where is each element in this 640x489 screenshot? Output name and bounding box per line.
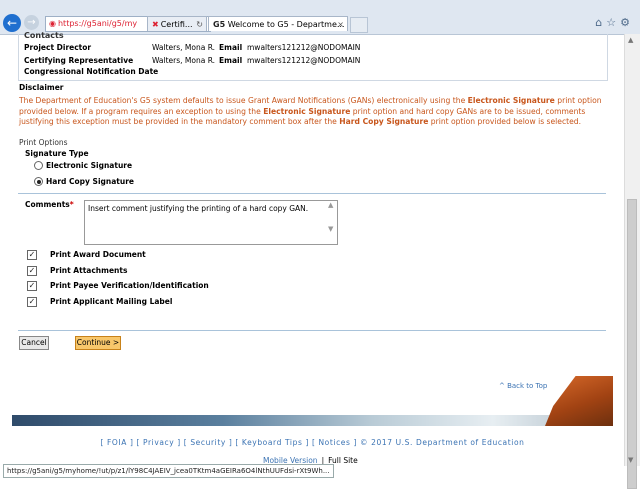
hard-copy-signature-radio[interactable] <box>34 177 43 186</box>
tab-certificate[interactable]: ✖ Certifi... ↻ <box>147 16 207 31</box>
scroll-up-icon[interactable]: ▲ <box>628 36 633 44</box>
favorites-star-icon[interactable]: ☆ <box>606 16 620 29</box>
print-attachments-checkbox[interactable]: ✓ <box>27 266 37 276</box>
disclaimer-header: Disclaimer <box>19 83 64 92</box>
print-attachments-label: Print Attachments <box>50 266 128 275</box>
tab-welcome[interactable]: G5 Welcome to G5 - Departme... × <box>208 16 348 31</box>
page-content: Contacts Project Director Walters, Mona … <box>0 31 625 466</box>
electronic-signature-label: Electronic Signature <box>46 161 133 170</box>
continue-button[interactable]: Continue > <box>75 336 121 350</box>
new-tab-button[interactable] <box>350 17 368 33</box>
certificate-error-icon: ✖ <box>152 20 159 29</box>
congressional-date-label: Congressional Notification Date <box>24 67 159 76</box>
project-director-name: Walters, Mona R. <box>152 43 216 52</box>
address-url: https://g5ani/g5/my <box>57 19 138 28</box>
print-payee-verification-label: Print Payee Verification/Identification <box>50 281 209 290</box>
comments-textarea[interactable]: Insert comment justifying the printing o… <box>84 200 338 245</box>
print-award-document-label: Print Award Document <box>50 250 146 259</box>
hard-copy-signature-label: Hard Copy Signature <box>46 177 134 186</box>
cancel-button[interactable]: Cancel <box>19 336 49 350</box>
required-mark: * <box>69 200 74 209</box>
g5-favicon-icon: G5 <box>213 20 226 29</box>
project-director-email: mwalters121212@NODOMAIN <box>247 43 361 52</box>
certifying-rep-email: mwalters121212@NODOMAIN <box>247 56 361 65</box>
footer-banner <box>12 415 613 426</box>
close-tab-icon[interactable]: × <box>337 17 344 32</box>
email-label: Email <box>219 56 243 65</box>
back-arrow-icon[interactable]: ← <box>3 14 21 32</box>
signature-type-label: Signature Type <box>25 149 89 158</box>
scroll-down-icon[interactable]: ▼ <box>628 456 633 464</box>
comments-label: Comments* <box>25 200 74 209</box>
forward-arrow-icon[interactable]: → <box>24 15 39 30</box>
roof-decoration-image <box>545 376 613 426</box>
textarea-scroll-arrows-icon[interactable]: ▲ ▼ <box>328 201 333 233</box>
print-mailing-label-label: Print Applicant Mailing Label <box>50 297 173 306</box>
print-payee-verification-checkbox[interactable]: ✓ <box>27 281 37 291</box>
scrollbar-thumb[interactable] <box>627 199 637 489</box>
browser-chrome: ← → ◉ https://g5ani/g5/my ✖ Certifi... ↻ G… <box>0 0 640 35</box>
electronic-signature-radio[interactable] <box>34 161 43 170</box>
project-director-label: Project Director <box>24 43 92 52</box>
disclaimer-text: The Department of Education's G5 system … <box>19 96 602 126</box>
print-mailing-label-checkbox[interactable]: ✓ <box>27 297 37 307</box>
footer-links[interactable]: [ FOIA ] [ Privacy ] [ Security ] [ Keyb… <box>0 438 625 447</box>
vertical-scrollbar[interactable]: ▲ ▼ <box>624 34 640 489</box>
print-award-document-checkbox[interactable]: ✓ <box>27 250 37 260</box>
back-to-top-link[interactable]: ^ Back to Top <box>499 382 547 390</box>
email-label: Email <box>219 43 243 52</box>
divider <box>18 330 606 331</box>
certifying-rep-name: Walters, Mona R. <box>152 56 216 65</box>
print-options-header: Print Options <box>19 138 68 147</box>
status-bar-url: https://g5ani/g5/myhome/!ut/p/z1/lY98C4J… <box>3 464 334 478</box>
home-icon[interactable]: ⌂ <box>595 16 606 29</box>
gear-icon[interactable]: ⚙ <box>620 16 634 29</box>
contacts-header: Contacts <box>24 31 64 40</box>
certifying-rep-label: Certifying Representative <box>24 56 134 65</box>
toolbar-icons: ⌂☆⚙ <box>595 16 634 29</box>
divider <box>18 193 606 194</box>
secure-icon: ◉ <box>49 19 56 28</box>
refresh-icon[interactable]: ↻ <box>196 17 203 32</box>
